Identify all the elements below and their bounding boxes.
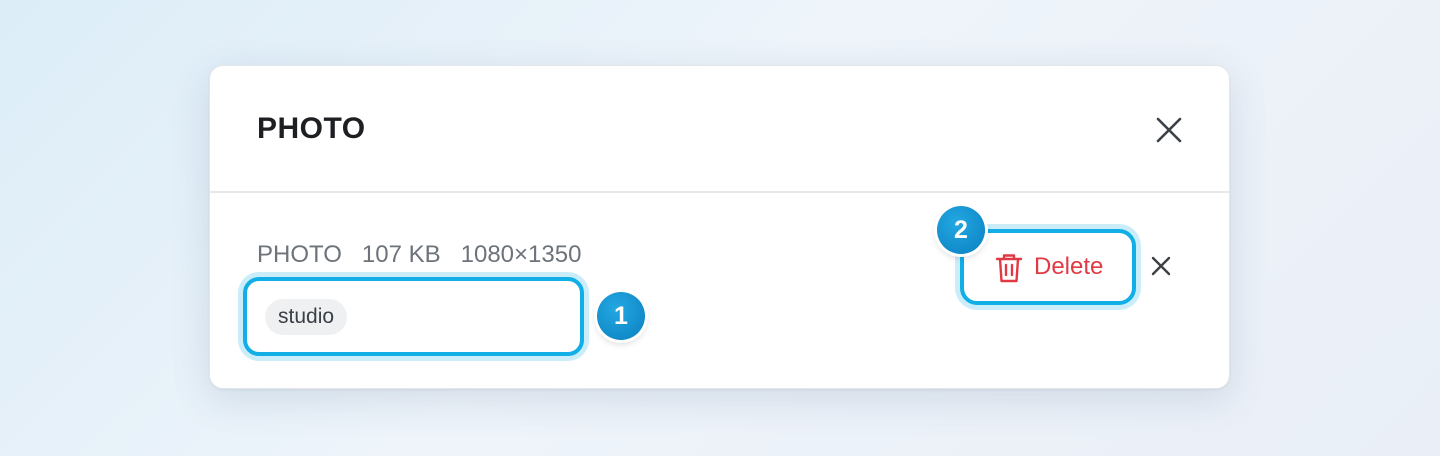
file-size: 107 KB (361, 241, 441, 268)
file-meta: PHOTO 107 KB 1080×1350 (257, 241, 601, 269)
photo-dialog: PHOTO PHOTO 107 KB 1080×1350 studio 1 Dele… (209, 65, 1230, 389)
file-type: PHOTO (257, 241, 342, 268)
delete-label: Delete (1034, 253, 1104, 280)
delete-button[interactable]: Delete (960, 229, 1136, 305)
trash-icon (995, 254, 1023, 283)
dialog-header: PHOTO (210, 66, 1229, 193)
close-icon[interactable] (1154, 115, 1184, 145)
file-dimensions: 1080×1350 (460, 241, 582, 268)
step-badge-2: 2 (937, 206, 985, 254)
tag-input[interactable]: studio (243, 277, 584, 356)
dismiss-icon[interactable] (1150, 255, 1172, 277)
step-badge-1: 1 (597, 292, 645, 340)
tag-chip[interactable]: studio (265, 299, 348, 335)
dialog-title: PHOTO (257, 112, 366, 145)
